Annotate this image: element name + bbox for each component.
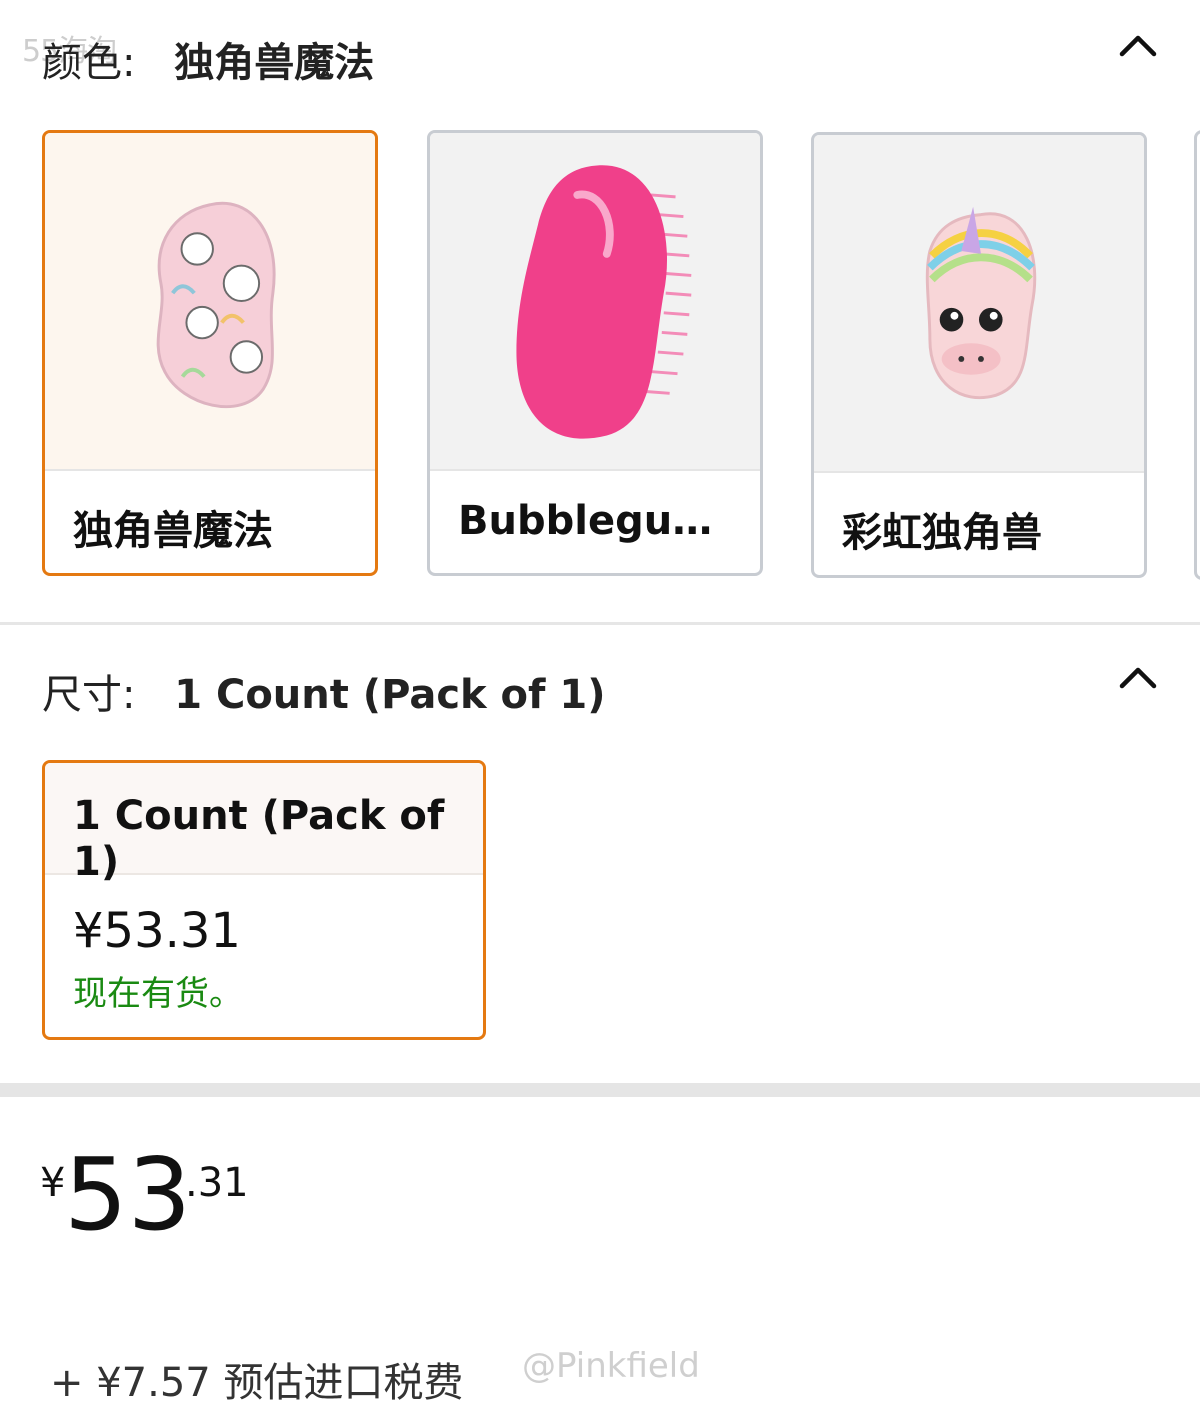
- product-image-rainbow-unicorn: [814, 135, 1144, 473]
- size-label: 尺寸:: [42, 672, 136, 718]
- import-fee: + ¥7.57 预估进口税费: [50, 1360, 464, 1406]
- size-option-header: 1 Count (Pack of 1): [45, 763, 483, 885]
- product-image-bubblegum: [430, 133, 760, 471]
- chevron-up-icon[interactable]: [1118, 30, 1158, 60]
- color-label: 颜色:: [42, 40, 136, 86]
- unicorn-brush-icon: [156, 201, 276, 409]
- color-option-rainbow-unicorn[interactable]: 彩虹独角兽: [811, 132, 1147, 578]
- color-option-label: 彩虹独角兽: [842, 510, 1042, 556]
- size-selected-value: 1 Count (Pack of 1): [174, 672, 606, 718]
- pink-brush-icon: [516, 165, 692, 439]
- size-row-label: 尺寸: 1 Count (Pack of 1): [42, 662, 605, 720]
- color-option-label: 独角兽魔法: [73, 508, 273, 554]
- size-option-title: 1 Count (Pack of 1): [73, 793, 445, 885]
- section-divider: [0, 622, 1200, 625]
- color-selected-value: 独角兽魔法: [174, 40, 375, 86]
- section-divider-thick: [0, 1083, 1200, 1097]
- size-option-price: ¥53.31: [73, 903, 241, 959]
- color-row-label: 颜色: 独角兽魔法: [42, 30, 374, 88]
- color-option-unicorn-magic[interactable]: 独角兽魔法: [42, 130, 378, 576]
- watermark-bottom: @Pinkfield: [522, 1346, 700, 1386]
- stock-status: 现在有货。: [73, 974, 243, 1014]
- product-image-unicorn-magic: [45, 133, 375, 471]
- color-option-next-peek[interactable]: [1194, 130, 1200, 580]
- price-whole: 53: [64, 1136, 192, 1253]
- color-option-label: Bubblegum…: [458, 498, 743, 544]
- rainbow-unicorn-brush-icon: [925, 206, 1037, 400]
- color-option-bubblegum[interactable]: Bubblegum…: [427, 130, 763, 576]
- price-currency: ¥: [40, 1160, 66, 1206]
- chevron-up-icon[interactable]: [1118, 662, 1158, 692]
- size-option-card[interactable]: 1 Count (Pack of 1) ¥53.31 现在有货。: [42, 760, 486, 1040]
- price-fraction: .31: [185, 1160, 249, 1206]
